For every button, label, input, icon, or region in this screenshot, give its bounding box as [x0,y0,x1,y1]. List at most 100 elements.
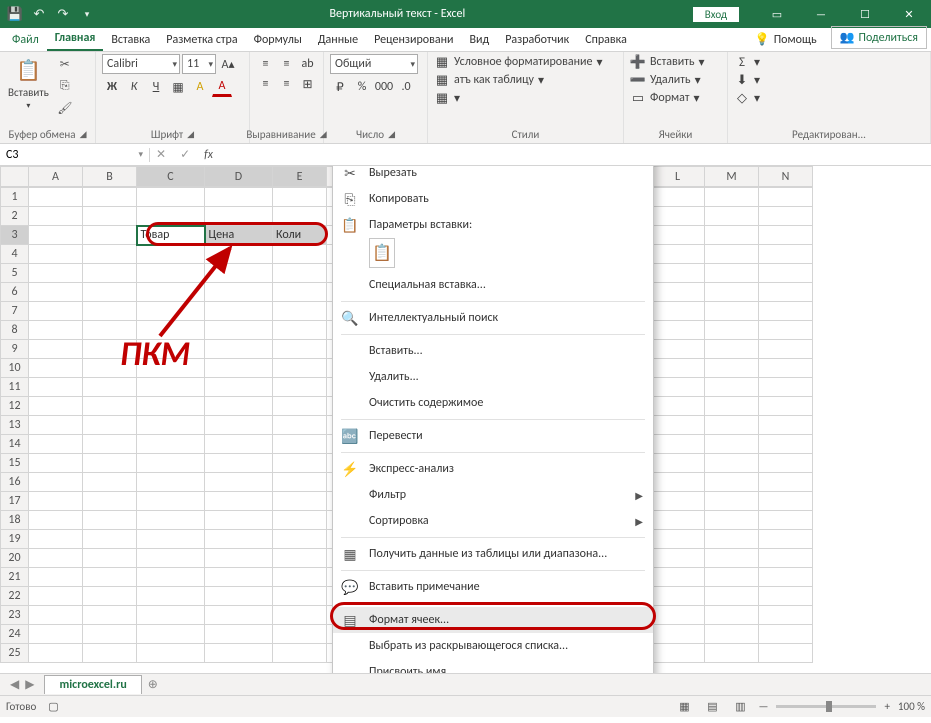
thousands-icon[interactable]: 000 [374,77,394,97]
tab-formulas[interactable]: Формулы [246,29,310,51]
cancel-icon[interactable]: ✕ [156,147,166,162]
cell[interactable]: Цена [205,226,273,245]
normal-view-icon[interactable]: ▦ [674,699,694,715]
cell[interactable] [29,321,83,340]
ctx-cut[interactable]: ✂Вырезать [333,166,653,186]
currency-icon[interactable]: ₽ [330,77,350,97]
cell[interactable] [83,207,137,226]
row-header[interactable]: 6 [1,283,29,302]
qat-customize-icon[interactable]: ▾ [78,5,96,23]
ctx-define-name[interactable]: Присвоить имя... [333,659,653,673]
row-header[interactable]: 7 [1,302,29,321]
cell[interactable] [759,321,813,340]
cell[interactable] [651,321,705,340]
cell[interactable] [705,245,759,264]
cell[interactable] [651,416,705,435]
cell[interactable] [759,416,813,435]
italic-button[interactable]: К [124,77,144,97]
cell[interactable] [83,568,137,587]
cell[interactable] [273,511,327,530]
cell[interactable] [83,416,137,435]
zoom-out-icon[interactable]: — [758,700,768,713]
cell[interactable] [759,568,813,587]
cell[interactable] [83,587,137,606]
row-header[interactable]: 14 [1,435,29,454]
cell[interactable] [29,435,83,454]
cell[interactable] [651,283,705,302]
cell[interactable] [205,378,273,397]
number-format-combo[interactable]: Общий [330,54,418,74]
merge-icon[interactable]: ⊞ [298,74,317,94]
cell[interactable] [205,283,273,302]
cell[interactable] [759,435,813,454]
cell[interactable] [83,188,137,207]
cell[interactable] [137,511,205,530]
delete-cells-button[interactable]: ➖Удалить ▾ [630,72,721,88]
autosum-button[interactable]: Σ▾ [734,54,924,70]
enter-icon[interactable]: ✓ [180,147,190,162]
cell[interactable] [83,283,137,302]
cell[interactable] [83,378,137,397]
cell[interactable] [705,644,759,663]
cell[interactable] [651,549,705,568]
cell[interactable] [651,188,705,207]
cell[interactable] [83,625,137,644]
share-button[interactable]: 👥Поделиться [831,26,927,49]
cell[interactable] [273,378,327,397]
cell[interactable] [29,511,83,530]
cell[interactable] [273,530,327,549]
tab-data[interactable]: Данные [310,29,366,51]
row-header[interactable]: 9 [1,340,29,359]
cell[interactable] [137,568,205,587]
cell[interactable] [651,340,705,359]
cell[interactable] [205,549,273,568]
cell[interactable] [205,397,273,416]
ctx-insert[interactable]: Вставить... [333,338,653,364]
page-layout-view-icon[interactable]: ▤ [702,699,722,715]
cell[interactable] [29,226,83,245]
cell[interactable] [137,188,205,207]
dialog-launcher-icon[interactable]: ◢ [187,129,194,140]
cell[interactable] [759,549,813,568]
ctx-copy[interactable]: ⎘Копировать [333,186,653,212]
cell[interactable] [205,587,273,606]
cell[interactable] [83,644,137,663]
cell[interactable] [273,606,327,625]
row-header[interactable]: 17 [1,492,29,511]
row-header[interactable]: 11 [1,378,29,397]
macro-record-icon[interactable]: ▢ [48,700,58,713]
cell[interactable] [137,245,205,264]
cell[interactable] [29,625,83,644]
cell[interactable] [29,549,83,568]
cell[interactable] [273,587,327,606]
cell[interactable] [273,568,327,587]
row-header[interactable]: 8 [1,321,29,340]
cell[interactable] [705,321,759,340]
cell[interactable] [29,416,83,435]
cell[interactable] [137,625,205,644]
row-header[interactable]: 18 [1,511,29,530]
cell[interactable] [205,321,273,340]
cell[interactable] [705,302,759,321]
select-all-button[interactable] [1,167,29,187]
cell[interactable] [759,492,813,511]
cell[interactable] [137,435,205,454]
tab-file[interactable]: Файл [4,29,47,51]
cell[interactable] [705,359,759,378]
tab-home[interactable]: Главная [47,27,104,51]
cell[interactable] [759,359,813,378]
cell[interactable] [759,188,813,207]
format-as-table-button[interactable]: ▦атъ как таблицу ▾ [434,72,617,88]
cell[interactable] [705,435,759,454]
ctx-insert-comment[interactable]: 💬Вставить примечание [333,574,653,600]
cell[interactable] [205,302,273,321]
increase-decimal-icon[interactable]: .0 [396,77,416,97]
ctx-pick-from-list[interactable]: Выбрать из раскрывающегося списка... [333,633,653,659]
ctx-get-data-table[interactable]: ▦Получить данные из таблицы или диапазон… [333,541,653,567]
cell[interactable] [273,454,327,473]
cell[interactable] [651,644,705,663]
cell[interactable] [705,454,759,473]
ctx-sort[interactable]: Сортировка▶ [333,508,653,534]
cell[interactable] [137,492,205,511]
cell[interactable] [759,245,813,264]
